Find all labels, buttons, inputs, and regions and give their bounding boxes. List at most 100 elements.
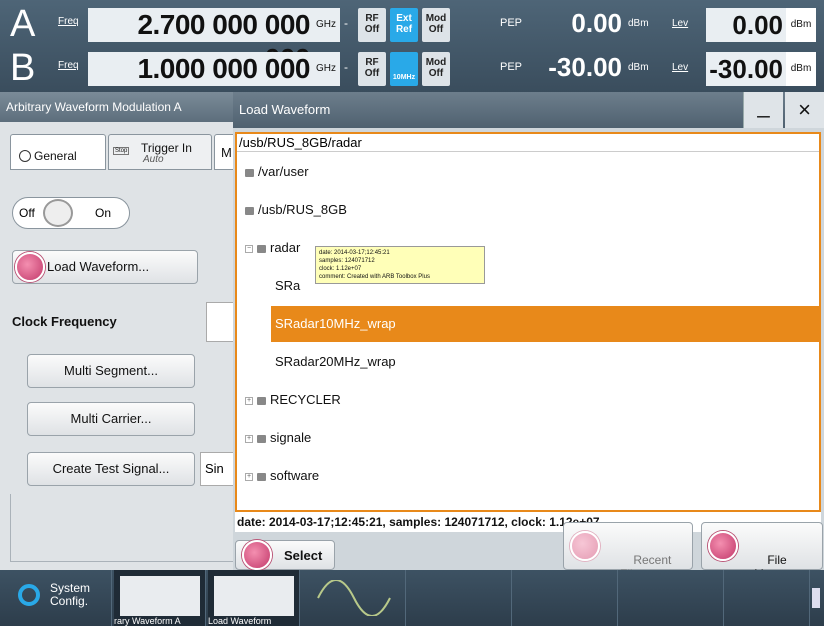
folder-icon: [257, 396, 266, 405]
toggle-knob: [43, 199, 73, 227]
path-b-level-value[interactable]: -30.00: [706, 52, 786, 86]
sine-wave-icon: [317, 580, 391, 616]
radio-icon: [19, 150, 31, 162]
expand-icon: +: [245, 434, 253, 443]
folder-icon: [257, 434, 266, 443]
path-b-pep-value: -30.00: [548, 52, 622, 82]
system-config-button[interactable]: System Config.: [0, 570, 112, 626]
multi-segment-button[interactable]: Multi Segment...: [27, 354, 195, 388]
tab-trigger[interactable]: Stop Trigger In Auto: [108, 134, 212, 170]
path-a-ext-ref-button[interactable]: Ext Ref: [390, 8, 418, 42]
tooltip-comment: comment: Created with ARB Toolbox Plus: [319, 274, 430, 280]
path-b-level-unit[interactable]: dBm: [786, 52, 816, 86]
thumb-waveform[interactable]: [302, 570, 406, 626]
path-b-pep-label: PEP: [500, 61, 523, 73]
thumb-arb-panel[interactable]: rary Waveform A: [114, 570, 206, 626]
folder-icon: [257, 244, 266, 253]
tree-item-label: radar: [270, 240, 301, 255]
path-b-rf-button[interactable]: RF Off: [358, 52, 386, 86]
taskbar-slot: [620, 570, 724, 626]
select-button[interactable]: Select: [235, 540, 335, 570]
path-a-dash: -: [344, 16, 348, 30]
thumb-preview: [120, 576, 200, 616]
tree-item-file[interactable]: SRa: [275, 276, 300, 296]
thumb-arb-label: rary Waveform A: [114, 616, 181, 626]
arb-panel: Arbitrary Waveform Modulation A General …: [0, 92, 238, 570]
path-a-pep-unit: dBm: [628, 18, 649, 29]
load-waveform-button[interactable]: Load Waveform...: [12, 250, 198, 284]
system-config-label: System Config.: [50, 581, 91, 608]
path-b-dash: -: [344, 60, 348, 74]
tree-item-label: software: [270, 468, 320, 483]
tooltip-date: date: 2014-03-17;12:45:21: [319, 250, 390, 256]
create-test-signal-button[interactable]: Create Test Signal...: [27, 452, 195, 486]
toggle-on-label: On: [95, 206, 112, 220]
tree-item-file[interactable]: SRadar20MHz_wrap: [275, 352, 396, 372]
path-a-pep-value: 0.00: [571, 8, 622, 38]
path-a-pep-label: PEP: [500, 17, 523, 29]
expand-icon: +: [245, 472, 253, 481]
tree-item-label: /usb/RUS_8GB: [258, 202, 347, 217]
usb-folder-icon: [245, 206, 254, 215]
tree-item-selected[interactable]: SRadar10MHz_wrap: [271, 306, 821, 342]
path-b-ref-button[interactable]: 10MHz: [390, 52, 418, 86]
tree-item-label: SRadar10MHz_wrap: [275, 316, 396, 331]
file-manager-button[interactable]: File Manager...: [701, 522, 823, 581]
path-a-level-unit[interactable]: dBm: [786, 8, 816, 42]
clock-frequency-label: Clock Frequency: [12, 314, 117, 329]
select-label: Select: [284, 548, 323, 563]
minimize-button[interactable]: _: [743, 92, 783, 128]
status-bar: A Freq 2.700 000 000 000 GHz - RF Off Ex…: [0, 0, 824, 118]
tree-item-label: SRadar20MHz_wrap: [275, 354, 396, 369]
recent-files-button[interactable]: Recent Files: [563, 522, 693, 581]
path-a-rf-button[interactable]: RF Off: [358, 8, 386, 42]
path-b-mod-button[interactable]: Mod Off: [422, 52, 450, 86]
file-info-tooltip: date: 2014-03-17;12:45:21 samples: 12407…: [315, 246, 485, 284]
tree-item-label: RECYCLER: [270, 392, 341, 407]
tree-item-software[interactable]: + software: [245, 466, 319, 486]
stop-icon: Stop: [113, 147, 130, 155]
tab-general-label: General: [34, 149, 77, 163]
path-a-freq-label[interactable]: Freq: [58, 16, 79, 27]
tree-item-signale[interactable]: + signale: [245, 428, 311, 448]
path-a-label: A: [10, 3, 36, 45]
path-a-freq-value[interactable]: 2.700 000 000 000: [88, 8, 312, 74]
taskbar-slot: [514, 570, 618, 626]
state-toggle[interactable]: Off On: [12, 197, 130, 229]
taskbar-handle[interactable]: [812, 588, 820, 608]
path-b-lev-label[interactable]: Lev: [672, 62, 688, 73]
path-b-freq-unit[interactable]: GHz: [312, 52, 340, 86]
tree-item-var-user[interactable]: /var/user: [245, 162, 309, 182]
tree-item-radar[interactable]: − radar: [245, 238, 300, 258]
path-b-freq-value[interactable]: 1.000 000 000 000: [88, 52, 312, 118]
tab-general[interactable]: General: [10, 134, 106, 170]
thumb-preview: [214, 576, 294, 616]
load-waveform-label: Load Waveform...: [47, 259, 150, 274]
tree-item-usb[interactable]: /usb/RUS_8GB: [245, 200, 347, 220]
path-a-level-value[interactable]: 0.00: [706, 8, 786, 42]
path-a-freq-unit[interactable]: GHz: [312, 8, 340, 42]
taskbar: System Config. rary Waveform A Load Wave…: [0, 570, 824, 626]
thumb-load-label: Load Waveform: [208, 616, 272, 626]
load-waveform-dialog: Load Waveform _ × /usb/RUS_8GB/radar /va…: [233, 92, 824, 581]
panel-frame: [10, 494, 238, 562]
select-icon: [242, 540, 272, 570]
file-tree[interactable]: /usb/RUS_8GB/radar /var/user /usb/RUS_8G…: [235, 132, 821, 512]
expand-icon: +: [245, 396, 253, 405]
dialog-title: Load Waveform: [233, 92, 824, 128]
close-button[interactable]: ×: [785, 92, 824, 128]
path-b-freq-label[interactable]: Freq: [58, 60, 79, 71]
path-b-pep-unit: dBm: [628, 62, 649, 73]
tree-item-recycler[interactable]: + RECYCLER: [245, 390, 341, 410]
tooltip-clock: clock: 1.12e+07: [319, 266, 362, 272]
recent-files-icon: [570, 531, 600, 561]
multi-carrier-button[interactable]: Multi Carrier...: [27, 402, 195, 436]
thumb-load-waveform[interactable]: Load Waveform: [208, 570, 300, 626]
load-icon: [15, 252, 45, 282]
taskbar-slot: [726, 570, 810, 626]
file-manager-icon: [708, 531, 738, 561]
panel-title: Arbitrary Waveform Modulation A: [0, 92, 238, 122]
path-a-lev-label[interactable]: Lev: [672, 18, 688, 29]
tree-item-label: signale: [270, 430, 312, 445]
path-a-mod-button[interactable]: Mod Off: [422, 8, 450, 42]
